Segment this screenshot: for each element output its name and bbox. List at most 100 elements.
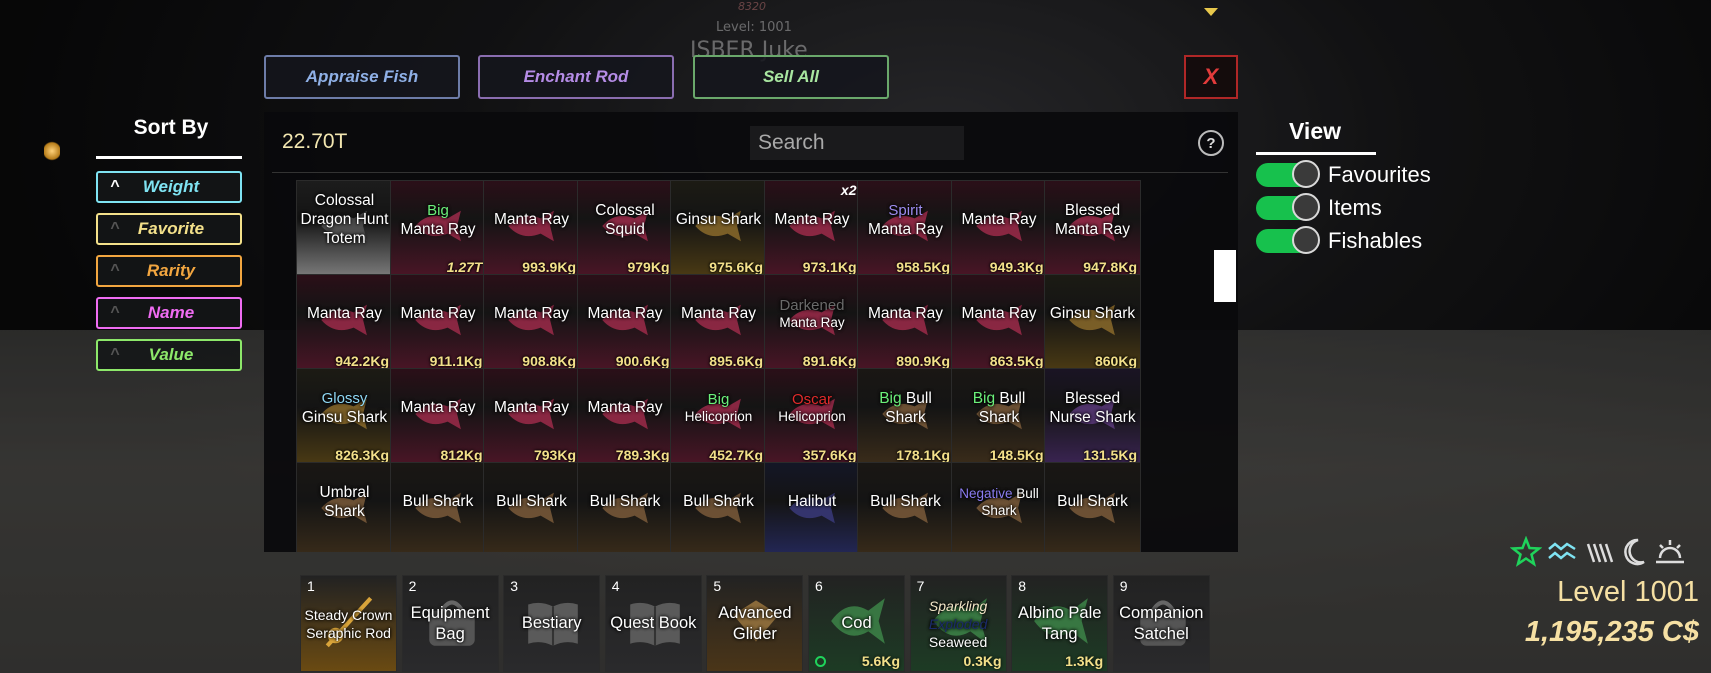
inventory-item[interactable]: Spirit Manta Ray 958.5Kg xyxy=(857,180,954,277)
inventory-item[interactable]: Manta Ray 949.3Kg xyxy=(950,180,1048,277)
enchant-rod-button[interactable]: Enchant Rod xyxy=(478,55,674,99)
inventory-item[interactable]: Glossy Ginsu Shark 826.3Kg xyxy=(296,368,393,465)
item-weight: 895.6Kg xyxy=(709,353,763,369)
item-name-block: Bull Shark xyxy=(858,463,953,540)
help-icon[interactable]: ? xyxy=(1198,130,1224,156)
appraise-fish-button[interactable]: Appraise Fish xyxy=(264,55,460,99)
item-name: Manta Ray xyxy=(868,305,943,322)
item-name: Bull Shark xyxy=(870,493,941,510)
hotbar-slot-4[interactable]: 4 Quest Book xyxy=(604,575,702,672)
item-name: Bull Shark xyxy=(589,493,661,510)
inventory-item[interactable]: Bull Shark xyxy=(857,462,954,552)
item-name-block: Manta Ray xyxy=(578,275,673,352)
inventory-item[interactable]: Oscar Helicoprion 357.6Kg xyxy=(763,368,861,465)
hotbar-slot-7[interactable]: 7 Sparkling Exploded Seaweed 0.3Kg xyxy=(909,575,1007,672)
inventory-item[interactable]: Manta Ray 973.1Kg x2 xyxy=(763,180,861,277)
item-name: Bull Shark xyxy=(496,493,567,510)
sort-rarity-button[interactable]: ^ Rarity xyxy=(96,255,242,287)
inventory-item[interactable]: Ginsu Shark 860Kg xyxy=(1044,274,1141,371)
close-button[interactable]: X xyxy=(1184,55,1238,99)
inventory-item[interactable]: Blessed Manta Ray 947.8Kg xyxy=(1044,180,1141,277)
inventory-item[interactable]: Bull Shark xyxy=(1044,462,1141,552)
hotbar-slot-6[interactable]: 6 Cod 5.6Kg xyxy=(808,575,905,672)
item-name: Manta Ray xyxy=(400,305,476,322)
inventory-item[interactable]: Big Bull Shark 178.1Kg xyxy=(857,368,954,465)
item-weight: 357.6Kg xyxy=(802,447,857,463)
item-name-block: Blessed Nurse Shark xyxy=(1045,369,1140,446)
hotbar-slot-2[interactable]: 2 Equipment Bag xyxy=(401,575,499,672)
item-name: Bull Shark xyxy=(402,493,474,510)
search-input[interactable] xyxy=(750,126,964,160)
inventory-item[interactable]: Manta Ray 789.3Kg xyxy=(576,368,674,465)
hotbar-slot-1[interactable]: 1 Steady Crown Seraphic Rod xyxy=(300,575,397,672)
caret-up-icon: ^ xyxy=(110,346,120,363)
caret-up-icon: ^ xyxy=(110,178,120,195)
toggle-switch[interactable] xyxy=(1256,226,1320,254)
toggle-switch[interactable] xyxy=(1256,160,1320,188)
player-level-tag: Level: 1001 xyxy=(716,20,792,35)
hotbar-slot-3[interactable]: 3 Bestiary xyxy=(503,575,601,672)
item-weight: 178.1Kg xyxy=(896,447,950,463)
inventory-item[interactable]: Manta Ray 890.9Kg xyxy=(857,274,954,371)
item-name: Manta Ray xyxy=(587,305,663,322)
item-name: Manta Ray xyxy=(400,399,476,416)
item-name: Manta Ray xyxy=(961,211,1037,228)
inventory-item[interactable]: Bull Shark xyxy=(389,462,487,552)
dropdown-arrow-icon[interactable] xyxy=(1204,8,1218,16)
sort-label: Value xyxy=(148,345,194,364)
slot-name-block: Advanced Glider xyxy=(707,590,802,657)
sort-favorite-button[interactable]: ^ Favorite xyxy=(96,213,242,245)
item-name: Manta Ray xyxy=(681,305,756,322)
item-name: Manta Ray xyxy=(494,211,569,228)
sort-value-button[interactable]: ^ Value xyxy=(96,339,242,371)
inventory-item[interactable]: Manta Ray 993.9Kg xyxy=(483,180,580,277)
item-name-block: Glossy Ginsu Shark xyxy=(297,369,392,446)
hotbar-slot-5[interactable]: 5 Advanced Glider xyxy=(706,575,804,672)
inventory-item[interactable]: Manta Ray 908.8Kg xyxy=(483,274,580,371)
scrollbar-thumb[interactable] xyxy=(1214,250,1236,302)
inventory-panel: 22.70T ? Colossal Dragon Hunt TotemBigMa… xyxy=(264,112,1238,552)
inventory-item[interactable]: Blessed Nurse Shark 131.5Kg xyxy=(1044,368,1141,465)
inventory-item[interactable]: Big Bull Shark 148.5Kg xyxy=(950,368,1048,465)
item-name-block: Manta Ray xyxy=(578,369,673,446)
item-name-block: Big Manta Ray xyxy=(391,181,486,258)
inventory-item[interactable]: Colossal Dragon Hunt Totem xyxy=(296,180,393,277)
sort-title: Sort By xyxy=(133,116,209,139)
sell-all-button[interactable]: Sell All xyxy=(693,55,889,99)
inventory-item[interactable]: Manta Ray 900.6Kg xyxy=(576,274,674,371)
inventory-item[interactable]: Manta Ray 895.6Kg xyxy=(670,274,767,371)
inventory-item[interactable]: Manta Ray 812Kg xyxy=(389,368,487,465)
item-weight: 1.27T xyxy=(446,259,483,275)
item-name-block: Manta Ray xyxy=(391,369,486,446)
item-name: Helicoprion xyxy=(684,408,753,424)
view-title: View xyxy=(1289,118,1341,144)
inventory-item[interactable]: Manta Ray 942.2Kg xyxy=(296,274,393,371)
inventory-item[interactable]: Manta Ray 863.5Kg xyxy=(950,274,1048,371)
slot-name-block: Quest Book xyxy=(606,590,701,657)
inventory-item[interactable]: Big Manta Ray 1.27T xyxy=(389,180,487,277)
item-name: Umbral Shark xyxy=(319,483,370,520)
slot-name: Cod xyxy=(841,614,872,632)
hotbar-slot-9[interactable]: 9 Companion Satchel xyxy=(1112,575,1210,672)
lamp-light xyxy=(44,140,60,162)
inventory-item[interactable]: Manta Ray 793Kg xyxy=(483,368,580,465)
inventory-item[interactable]: Umbral Shark xyxy=(296,462,393,552)
inventory-item[interactable]: Big Helicoprion 452.7Kg xyxy=(670,368,767,465)
inventory-item[interactable]: Colossal Squid 979Kg xyxy=(576,180,674,277)
inventory-item[interactable]: Negative Bull Shark xyxy=(950,462,1048,552)
item-mutation: Big xyxy=(972,389,1000,407)
inventory-item[interactable]: Bull Shark xyxy=(670,462,767,552)
inventory-item[interactable]: Bull Shark xyxy=(576,462,674,552)
inventory-item[interactable]: Manta Ray 911.1Kg xyxy=(389,274,487,371)
inventory-item[interactable]: Halibut xyxy=(763,462,861,552)
item-name: Helicoprion xyxy=(778,408,846,424)
item-name: Manta Ray xyxy=(494,399,569,416)
inventory-item[interactable]: Bull Shark xyxy=(483,462,580,552)
item-name-block: Ginsu Shark xyxy=(1045,275,1140,352)
hotbar-slot-8[interactable]: 8 Albino Pale Tang 1.3Kg xyxy=(1011,575,1109,672)
inventory-item[interactable]: Ginsu Shark 975.6Kg xyxy=(670,180,767,277)
toggle-switch[interactable] xyxy=(1256,193,1320,221)
sort-weight-button[interactable]: ^ Weight xyxy=(96,171,242,203)
inventory-item[interactable]: Darkened Manta Ray 891.6Kg xyxy=(763,274,861,371)
sort-name-button[interactable]: ^ Name xyxy=(96,297,242,329)
